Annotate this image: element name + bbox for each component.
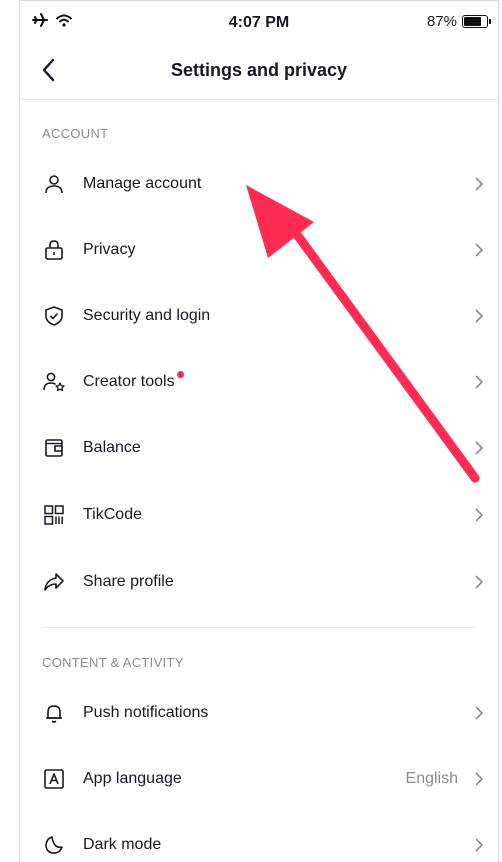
row-share-profile[interactable]: Share profile xyxy=(20,549,498,615)
chevron-right-icon xyxy=(475,772,484,786)
row-label: Share profile xyxy=(83,573,174,590)
phone-screen: 4:07 PM 87% Settings and privacy ACCOUNT… xyxy=(19,0,499,862)
section-title-account: ACCOUNT xyxy=(42,126,109,141)
chevron-right-icon xyxy=(475,508,484,522)
navigation-bar: Settings and privacy xyxy=(20,41,498,100)
status-right: 87% xyxy=(426,13,491,30)
qr-code-icon xyxy=(44,505,64,525)
row-label: TikCode xyxy=(83,506,142,523)
row-label: Manage account xyxy=(83,175,202,192)
status-bar: 4:07 PM 87% xyxy=(20,1,498,41)
bell-icon xyxy=(46,705,62,723)
row-label: Security and login xyxy=(83,307,211,324)
battery-tip xyxy=(489,19,491,24)
section-title-content-activity: CONTENT & ACTIVITY xyxy=(42,655,184,670)
row-label: App language xyxy=(83,770,182,787)
app-language-value: English xyxy=(405,770,458,787)
notification-dot xyxy=(176,371,184,378)
row-dark-mode[interactable]: Dark mode xyxy=(20,812,498,862)
battery-percent: 87% xyxy=(426,13,457,30)
chevron-right-icon xyxy=(475,838,484,852)
person-icon xyxy=(45,175,63,194)
shield-check-icon xyxy=(45,306,63,326)
chevron-right-icon xyxy=(475,177,484,191)
row-push-notifications[interactable]: Push notifications xyxy=(20,680,498,746)
row-manage-account[interactable]: Manage account xyxy=(20,151,498,217)
chevron-right-icon xyxy=(475,309,484,323)
share-icon xyxy=(44,573,64,591)
chevron-right-icon xyxy=(475,441,484,455)
row-privacy[interactable]: Privacy xyxy=(20,217,498,283)
row-security-and-login[interactable]: Security and login xyxy=(20,283,498,349)
row-label: Dark mode xyxy=(83,836,162,853)
row-creator-tools[interactable]: Creator tools xyxy=(20,349,498,415)
row-label: Push notifications xyxy=(83,704,209,721)
lock-icon xyxy=(45,240,63,260)
row-balance[interactable]: Balance xyxy=(20,415,498,481)
person-star-icon xyxy=(43,372,65,392)
row-tikcode[interactable]: TikCode xyxy=(20,482,498,548)
wallet-icon xyxy=(45,439,63,457)
moon-icon xyxy=(45,836,63,854)
section-divider xyxy=(42,627,476,628)
chevron-right-icon xyxy=(475,243,484,257)
chevron-right-icon xyxy=(475,375,484,389)
page-title: Settings and privacy xyxy=(170,60,348,80)
chevron-right-icon xyxy=(475,575,484,589)
creator-tools-label: Creator tools xyxy=(83,373,175,390)
language-icon xyxy=(44,769,64,789)
chevron-right-icon xyxy=(475,706,484,720)
row-label: Privacy xyxy=(83,241,136,258)
battery-fill xyxy=(464,17,481,26)
row-label: Creator tools xyxy=(83,371,184,391)
row-label: Balance xyxy=(83,439,141,456)
battery-icon xyxy=(462,15,491,28)
row-app-language[interactable]: App language English xyxy=(20,746,498,812)
